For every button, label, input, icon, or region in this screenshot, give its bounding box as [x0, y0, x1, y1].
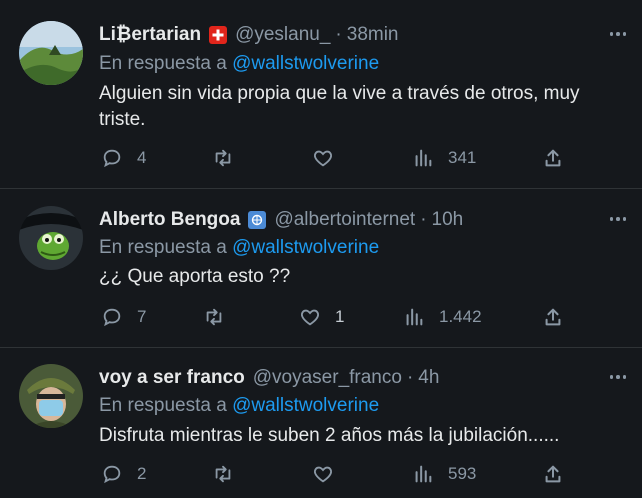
like-count: 1 — [335, 307, 345, 326]
timestamp[interactable]: 10h — [432, 208, 464, 232]
avatar[interactable] — [19, 364, 83, 428]
reply-context: En respuesta a @wallstwolverine — [99, 236, 379, 260]
share-button[interactable] — [542, 147, 564, 169]
like-icon — [301, 309, 319, 326]
flag-badge-icon — [209, 26, 228, 44]
reply-prefix: En respuesta a — [99, 53, 227, 74]
tweet-text: Alguien sin vida propia que la vive a tr… — [99, 83, 580, 130]
tweet-text: ¿¿ Que aporta esto ?? — [99, 266, 291, 287]
like-icon — [314, 150, 332, 167]
retweet-button[interactable] — [212, 147, 248, 169]
reply-button[interactable]: 2 — [101, 463, 146, 485]
separator-dot: · — [335, 24, 342, 45]
views-button[interactable]: 1.442 — [403, 306, 482, 328]
retweet-icon — [206, 308, 222, 326]
tweet-text: Disfruta mientras le suben 2 años más la… — [99, 425, 560, 446]
reply-context: En respuesta a @wallstwolverine — [99, 394, 379, 418]
tweet-header: Li₿ertarian @yeslanu_ · 38min — [99, 23, 399, 47]
handle[interactable]: @albertointernet — [274, 208, 415, 232]
views-icon — [406, 308, 423, 326]
display-name[interactable]: Li₿ertarian — [99, 23, 201, 47]
like-button[interactable]: 1 — [299, 306, 344, 328]
tweet-header: Alberto Bengoa @albertointernet · 10h — [99, 208, 463, 232]
share-icon — [545, 465, 561, 483]
views-count: 341 — [448, 148, 477, 167]
avatar[interactable] — [19, 206, 83, 270]
like-button[interactable] — [312, 147, 348, 169]
reply-prefix: En respuesta a — [99, 237, 227, 258]
reply-icon — [103, 308, 121, 327]
reply-prefix: En respuesta a — [99, 395, 227, 416]
retweet-icon — [215, 465, 231, 483]
tweet-actions: 4 341 — [0, 147, 642, 173]
tweet-actions: 7 1 1.442 — [0, 306, 642, 332]
display-name[interactable]: voy a ser franco — [99, 366, 245, 390]
reply-to-link[interactable]: @wallstwolverine — [232, 395, 379, 416]
views-button[interactable]: 341 — [412, 147, 476, 169]
retweet-button[interactable] — [203, 306, 239, 328]
retweet-icon — [215, 149, 231, 167]
tweet-header: voy a ser franco @voyaser_franco · 4h — [99, 366, 439, 390]
handle[interactable]: @voyaser_franco — [253, 366, 402, 390]
like-button[interactable] — [312, 463, 348, 485]
more-icon[interactable] — [606, 369, 630, 385]
timestamp[interactable]: 4h — [418, 366, 439, 390]
views-count: 1.442 — [439, 307, 482, 326]
avatar[interactable] — [19, 21, 83, 85]
globe-badge-icon — [248, 211, 267, 229]
share-icon — [545, 149, 561, 167]
share-button[interactable] — [542, 306, 564, 328]
reply-to-link[interactable]: @wallstwolverine — [232, 237, 379, 258]
share-icon — [545, 308, 561, 326]
reply-to-link[interactable]: @wallstwolverine — [232, 53, 379, 74]
like-icon — [314, 466, 332, 483]
share-button[interactable] — [542, 463, 564, 485]
tweet[interactable]: Alberto Bengoa @albertointernet · 10h En… — [0, 189, 642, 348]
views-button[interactable]: 593 — [412, 463, 476, 485]
reply-icon — [103, 465, 121, 484]
more-icon[interactable] — [606, 26, 630, 42]
tweet[interactable]: Li₿ertarian @yeslanu_ · 38min En respues… — [0, 0, 642, 189]
reply-count: 2 — [137, 464, 147, 483]
handle[interactable]: @yeslanu_ — [235, 23, 330, 47]
reply-button[interactable]: 7 — [101, 306, 146, 328]
separator-dot: · — [420, 209, 427, 230]
reply-button[interactable]: 4 — [101, 147, 146, 169]
display-name[interactable]: Alberto Bengoa — [99, 208, 240, 232]
views-icon — [415, 465, 432, 483]
more-icon[interactable] — [606, 211, 630, 227]
reply-count: 4 — [137, 148, 147, 167]
timestamp[interactable]: 38min — [347, 23, 399, 47]
reply-count: 7 — [137, 307, 147, 326]
reply-context: En respuesta a @wallstwolverine — [99, 52, 379, 76]
reply-icon — [103, 149, 121, 168]
retweet-button[interactable] — [212, 463, 248, 485]
separator-dot: · — [406, 367, 414, 388]
tweet[interactable]: voy a ser franco @voyaser_franco · 4h En… — [0, 348, 642, 498]
tweet-actions: 2 593 — [0, 463, 642, 489]
views-count: 593 — [448, 464, 477, 483]
views-icon — [415, 149, 432, 167]
